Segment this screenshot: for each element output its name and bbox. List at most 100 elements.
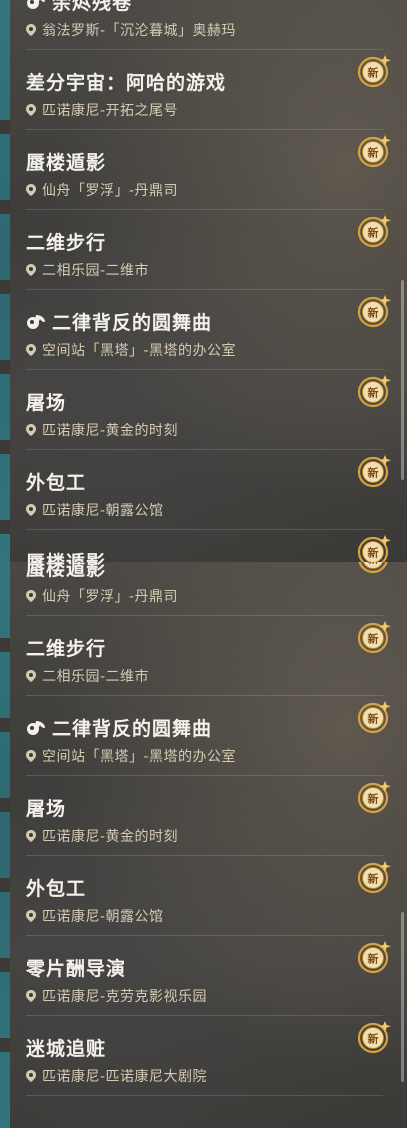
quest-location: 翁法罗斯-「沉沦暮城」奥赫玛 — [26, 20, 236, 40]
quest-title: 屠场 — [26, 794, 66, 821]
scrollbar[interactable] — [401, 912, 404, 1082]
location-pin-icon — [26, 423, 42, 439]
quest-location: 空间站「黑塔」-黑塔的办公室 — [26, 340, 236, 360]
quest-location-text: 匹诺康尼-黄金的时刻 — [42, 829, 179, 845]
quest-location-text: 仙舟「罗浮」-丹鼎司 — [42, 183, 179, 199]
quest-location: 仙舟「罗浮」-丹鼎司 — [26, 586, 178, 606]
quest-list-item[interactable]: 蜃楼遁影仙舟「罗浮」-丹鼎司 新 — [10, 130, 391, 210]
quest-location: 空间站「黑塔」-黑塔的办公室 — [26, 746, 236, 766]
quest-list-item[interactable]: 蜃楼遁影仙舟「罗浮」-丹鼎司新 — [10, 530, 391, 562]
svg-text:新: 新 — [368, 146, 379, 160]
edge-notch — [0, 878, 10, 892]
edge-notch — [0, 520, 10, 534]
location-pin-icon — [26, 103, 42, 119]
svg-text:新: 新 — [368, 562, 379, 566]
quest-list-item[interactable]: 蜃楼遁影仙舟「罗浮」-丹鼎司 新 — [10, 562, 388, 616]
location-pin-icon — [26, 263, 42, 279]
quest-location-text: 匹诺康尼-朝露公馆 — [42, 503, 164, 519]
location-pin-icon — [26, 829, 42, 845]
quest-location: 匹诺康尼-开拓之尾号 — [26, 100, 178, 120]
edge-notch — [0, 360, 10, 374]
quest-list-item[interactable]: 余烬残卷翁法罗斯-「沉沦暮城」奥赫玛 — [10, 0, 383, 50]
edge-notch — [0, 638, 10, 652]
quest-title: 屠场 — [26, 388, 66, 415]
quest-location: 仙舟「罗浮」-丹鼎司 — [26, 180, 178, 200]
quest-list-item[interactable]: 零片酬导演匹诺康尼-克劳克影视乐园 新 — [10, 936, 391, 1016]
quest-location-text: 匹诺康尼-克劳克影视乐园 — [42, 989, 208, 1005]
quest-location-text: 匹诺康尼-黄金的时刻 — [42, 423, 179, 439]
edge-notch — [0, 718, 10, 732]
quest-title-text: 蜃楼遁影 — [26, 552, 106, 562]
quest-title-text: 二律背反的圆舞曲 — [52, 312, 213, 334]
location-pin-icon — [26, 749, 42, 765]
location-pin-icon — [26, 989, 42, 1005]
quest-title-text: 二律背反的圆舞曲 — [52, 718, 213, 740]
svg-text:新: 新 — [368, 872, 379, 886]
quest-title-text: 屠场 — [26, 392, 67, 414]
quest-list-panel-top: 余烬残卷 翁法罗斯-「沉沦暮城」奥赫玛 差分宇宙：阿哈的游戏 匹诺康尼-开拓之尾号新蜃… — [0, 0, 407, 562]
location-pin-icon — [26, 909, 42, 925]
edge-notch — [0, 120, 10, 134]
quest-title-text: 蜃楼遁影 — [26, 562, 107, 580]
quest-location-text: 匹诺康尼-开拓之尾号 — [42, 103, 179, 119]
svg-text:新: 新 — [368, 466, 379, 480]
quest-location-text: 仙舟「罗浮」-丹鼎司 — [42, 589, 179, 605]
svg-text:新: 新 — [368, 632, 379, 646]
quest-location: 匹诺康尼-朝露公馆 — [26, 906, 164, 926]
quest-title-text: 差分宇宙：阿哈的游戏 — [26, 72, 227, 94]
quest-title-text: 二维步行 — [26, 232, 107, 254]
quest-list-item[interactable]: 二维步行 二相乐园-二维市 新 — [10, 210, 391, 290]
quest-list-item[interactable]: 差分宇宙：阿哈的游戏匹诺康尼-开拓之尾号 新 — [10, 50, 391, 130]
quest-title: 蜃楼遁影 — [26, 548, 106, 562]
quest-location: 二相乐园-二维市 — [26, 260, 149, 280]
quest-title: 二律背反的圆舞曲 — [26, 308, 212, 335]
quest-list-item[interactable]: 外包工匹诺康尼-朝露公馆 新 — [10, 450, 391, 530]
edge-notch — [0, 958, 10, 972]
svg-text:新: 新 — [368, 1032, 379, 1046]
svg-text:新: 新 — [368, 712, 379, 726]
quest-list-item[interactable]: 二维步行二相乐园-二维市 新 — [10, 616, 391, 696]
quest-title: 二律背反的圆舞曲 — [26, 714, 212, 741]
quest-location: 匹诺康尼-克劳克影视乐园 — [26, 986, 207, 1006]
edge-notch — [0, 440, 10, 454]
quest-list-item[interactable]: 二律背反的圆舞曲 空间站「黑塔」-黑塔的办公室 新 — [10, 290, 391, 370]
quest-title: 外包工 — [26, 468, 86, 495]
quest-location-text: 二相乐园-二维市 — [42, 263, 150, 279]
quest-title: 二维步行 — [26, 228, 106, 255]
quest-location-text: 空间站「黑塔」-黑塔的办公室 — [42, 749, 237, 765]
svg-text:新: 新 — [368, 546, 379, 560]
scrollbar[interactable] — [401, 280, 404, 480]
edge-notch — [0, 1038, 10, 1052]
location-pin-icon — [26, 669, 42, 685]
quest-location: 二相乐园-二维市 — [26, 666, 149, 686]
quest-title-text: 外包工 — [26, 878, 87, 900]
quest-title-text: 零片酬导演 — [26, 958, 127, 980]
quest-list-item[interactable]: 屠场 匹诺康尼-黄金的时刻 新 — [10, 776, 391, 856]
quest-title: 余烬残卷 — [26, 0, 132, 15]
quest-title-text: 余烬残卷 — [52, 0, 133, 14]
quest-list-item[interactable]: 迷城追赃 匹诺康尼-匹诺康尼大剧院 新 — [10, 1016, 391, 1096]
quest-list-item[interactable]: 外包工匹诺康尼-朝露公馆 新 — [10, 856, 391, 936]
chess-piece-icon — [26, 718, 52, 740]
location-pin-icon — [26, 503, 42, 519]
quest-location-text: 翁法罗斯-「沉沦暮城」奥赫玛 — [42, 23, 237, 39]
quest-list-item[interactable]: 二律背反的圆舞曲空间站「黑塔」-黑塔的办公室 新 — [10, 696, 391, 776]
quest-list-panel-bottom: 蜃楼遁影仙舟「罗浮」-丹鼎司新二维步行二相乐园-二维市新二律背反的圆舞曲空间站「… — [0, 562, 407, 1128]
location-pin-icon — [26, 1069, 42, 1085]
quest-title: 蜃楼遁影 — [26, 562, 106, 581]
quest-title-text: 二维步行 — [26, 638, 107, 660]
svg-text:新: 新 — [368, 66, 379, 80]
quest-title: 差分宇宙：阿哈的游戏 — [26, 68, 226, 95]
quest-list-item[interactable]: 屠场 匹诺康尼-黄金的时刻 新 — [10, 370, 391, 450]
quest-title-text: 外包工 — [26, 472, 87, 494]
quest-title-text: 蜃楼遁影 — [26, 152, 107, 174]
quest-title: 外包工 — [26, 874, 86, 901]
quest-location-text: 匹诺康尼-匹诺康尼大剧院 — [42, 1069, 208, 1085]
location-pin-icon — [26, 343, 42, 359]
edge-notch — [0, 798, 10, 812]
quest-title: 零片酬导演 — [26, 954, 126, 981]
quest-location: 匹诺康尼-匹诺康尼大剧院 — [26, 1066, 207, 1086]
quest-location-text: 空间站「黑塔」-黑塔的办公室 — [42, 343, 237, 359]
quest-title: 二维步行 — [26, 634, 106, 661]
svg-text:新: 新 — [368, 952, 379, 966]
